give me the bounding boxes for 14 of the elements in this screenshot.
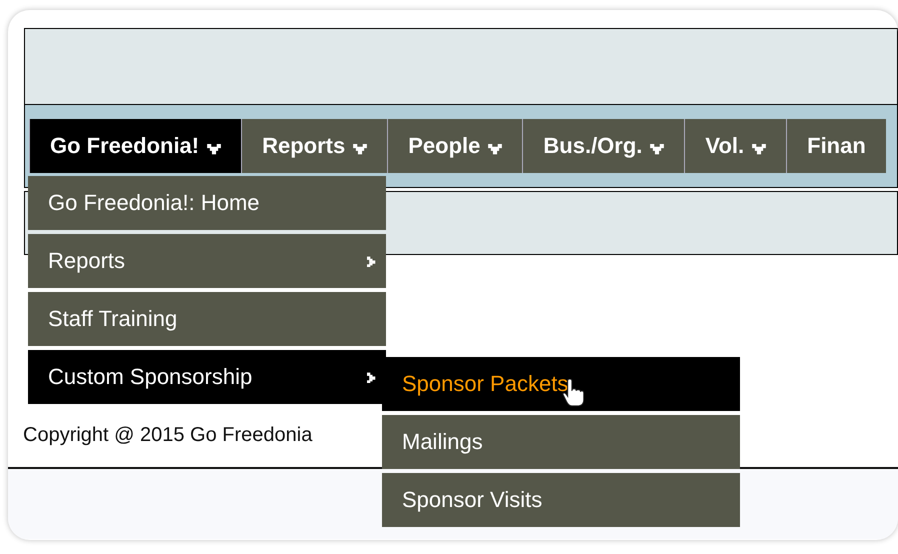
menu-item[interactable]: Go Freedonia!: Home: [28, 176, 386, 230]
nav-tab[interactable]: Vol.: [684, 119, 786, 173]
menu-item[interactable]: Staff Training: [28, 292, 386, 346]
nav-tab[interactable]: People: [387, 119, 522, 173]
menu-item[interactable]: Reports: [28, 234, 386, 288]
nav-tab[interactable]: Bus./Org.: [522, 119, 684, 173]
submenu-item[interactable]: Mailings: [382, 415, 740, 469]
nav-tab[interactable]: Reports: [241, 119, 388, 173]
submenu-item[interactable]: Sponsor Visits: [382, 473, 740, 527]
submenu-item[interactable]: Sponsor Packets: [382, 357, 740, 411]
menu-item[interactable]: Custom Sponsorship: [28, 350, 386, 404]
copyright-text: Copyright @ 2015 Go Freedonia: [23, 424, 312, 447]
nav-tab[interactable]: Go Freedonia!: [29, 119, 242, 173]
nav-tab[interactable]: Finan: [786, 119, 886, 173]
